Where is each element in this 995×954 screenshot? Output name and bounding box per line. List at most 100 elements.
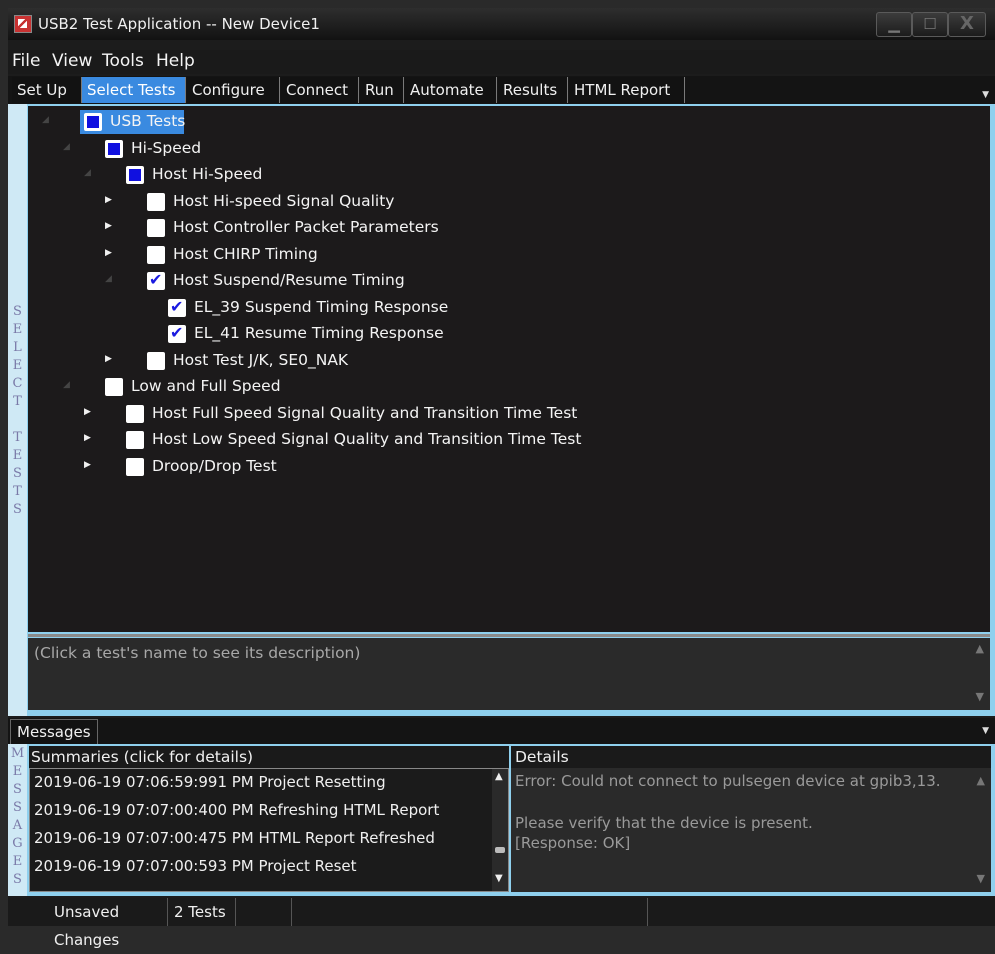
tree-row[interactable]: ◢ Hi-Speed (28, 137, 990, 161)
tabs-dropdown-icon[interactable]: ▼ (982, 90, 989, 100)
menu-bar: File View Tools Help (8, 50, 995, 74)
maximize-button[interactable]: ☐ (912, 12, 948, 37)
tree-item-label[interactable]: Host CHIRP Timing (173, 245, 318, 263)
test-checkbox[interactable] (147, 245, 165, 264)
status-empty-2 (292, 898, 648, 926)
app-logo-icon (14, 15, 32, 33)
close-button[interactable]: X (948, 12, 986, 37)
tree-row[interactable]: ▶ Host CHIRP Timing (28, 243, 990, 267)
tab-messages[interactable]: Messages (10, 719, 98, 744)
tree-row[interactable]: ◢ Host Hi-Speed (28, 163, 990, 187)
messages-side-tab[interactable]: MESSAGES (8, 744, 27, 896)
tab-select-tests[interactable]: Select Tests (82, 77, 186, 103)
summary-row[interactable]: 2019-06-19 07:07:00:593 PM Project Reset (34, 857, 357, 875)
tree-item-label[interactable]: Low and Full Speed (131, 377, 281, 395)
scroll-down-icon[interactable]: ▼ (977, 872, 985, 885)
expand-arrow-icon[interactable]: ▶ (105, 354, 112, 364)
test-checkbox[interactable] (126, 457, 144, 476)
test-checkbox[interactable] (105, 378, 123, 396)
tree-row[interactable]: ◢ USB Tests (28, 110, 990, 134)
menu-tools[interactable]: Tools (102, 51, 144, 71)
tree-item-label[interactable]: Host Suspend/Resume Timing (173, 271, 405, 289)
tree-item-label[interactable]: Droop/Drop Test (152, 457, 277, 475)
menu-help[interactable]: Help (156, 51, 195, 71)
collapse-arrow-icon[interactable]: ◢ (63, 380, 70, 390)
tree-row[interactable]: ◢ Low and Full Speed (28, 375, 990, 399)
side-tab-letter: E (12, 358, 23, 373)
scroll-up-icon[interactable]: ▲ (495, 771, 503, 782)
test-checkbox[interactable] (126, 404, 144, 423)
tree-row[interactable]: ▶ Host Test J/K, SE0_NAK (28, 349, 990, 373)
collapse-arrow-icon[interactable]: ◢ (42, 115, 49, 125)
messages-panel: MESSAGES Summaries (click for details) 2… (8, 744, 995, 896)
tree-row[interactable]: ▶ Droop/Drop Test (28, 455, 990, 479)
test-checkbox[interactable] (84, 113, 102, 131)
tree-row[interactable]: ◢ Host Suspend/Resume Timing (28, 269, 990, 293)
test-checkbox[interactable] (126, 166, 144, 184)
tree-item-label[interactable]: Host Test J/K, SE0_NAK (173, 351, 348, 369)
tree-item-label[interactable]: Host Low Speed Signal Quality and Transi… (152, 430, 581, 448)
tree-item-label[interactable]: Host Hi-Speed (152, 165, 262, 183)
tab-set-up[interactable]: Set Up (12, 77, 82, 103)
scroll-down-icon[interactable]: ▼ (976, 690, 984, 703)
title-bar: USB2 Test Application -- New Device1 ▁ ☐… (8, 8, 995, 40)
test-checkbox[interactable] (168, 323, 186, 343)
select-tests-side-tab[interactable]: SELECTTESTS (8, 104, 27, 716)
tab-connect[interactable]: Connect (281, 77, 359, 103)
scroll-up-icon[interactable]: ▲ (977, 774, 985, 787)
menu-view[interactable]: View (52, 51, 92, 71)
tab-configure[interactable]: Configure (187, 77, 280, 103)
test-checkbox[interactable] (147, 192, 165, 211)
scroll-up-icon[interactable]: ▲ (976, 642, 984, 655)
tree-row[interactable]: ▶ Host Controller Packet Parameters (28, 216, 990, 240)
tree-row[interactable]: EL_39 Suspend Timing Response (28, 296, 990, 320)
expand-arrow-icon[interactable]: ▶ (84, 460, 91, 470)
side-tab-letter: S (13, 872, 22, 887)
collapse-arrow-icon[interactable]: ◢ (63, 142, 70, 152)
tree-item-label[interactable]: Hi-Speed (131, 139, 201, 157)
tab-results[interactable]: Results (498, 77, 568, 103)
tree-row[interactable]: ▶ Host Low Speed Signal Quality and Trans… (28, 428, 990, 452)
collapse-arrow-icon[interactable]: ◢ (105, 274, 112, 284)
splitter[interactable] (28, 634, 990, 637)
tree-item-label[interactable]: EL_39 Suspend Timing Response (194, 298, 448, 316)
test-checkbox[interactable] (126, 431, 144, 449)
side-tab-letter: S (13, 466, 22, 481)
scroll-thumb[interactable] (495, 847, 505, 853)
status-tests: 2 Tests (168, 898, 236, 926)
expand-arrow-icon[interactable]: ▶ (84, 433, 91, 443)
details-line: [Response: OK] (515, 834, 631, 852)
minimize-button[interactable]: ▁ (876, 12, 912, 37)
test-checkbox[interactable] (147, 270, 165, 290)
tree-item-label[interactable]: Host Hi-speed Signal Quality (173, 192, 394, 210)
summary-row[interactable]: 2019-06-19 07:07:00:475 PM HTML Report R… (34, 829, 435, 847)
messages-dropdown-icon[interactable]: ▼ (982, 726, 989, 736)
test-checkbox[interactable] (105, 139, 123, 158)
tree-row[interactable]: ▶ Host Hi-speed Signal Quality (28, 190, 990, 214)
tree-row[interactable]: ▶ Host Full Speed Signal Quality and Tran… (28, 402, 990, 426)
tab-html-report[interactable]: HTML Report (569, 77, 685, 103)
tree-item-label[interactable]: EL_41 Resume Timing Response (194, 324, 444, 342)
menu-file[interactable]: File (12, 51, 40, 71)
tree-item-label[interactable]: Host Controller Packet Parameters (173, 218, 439, 236)
tree-item-label[interactable]: Host Full Speed Signal Quality and Trans… (152, 404, 577, 422)
expand-arrow-icon[interactable]: ▶ (105, 221, 112, 231)
side-tab-letter: S (13, 800, 22, 815)
tree-item-label[interactable]: USB Tests (110, 112, 185, 130)
collapse-arrow-icon[interactable]: ◢ (84, 168, 91, 178)
tab-run[interactable]: Run (360, 77, 404, 103)
summaries-scrollbar[interactable]: ▲ ▼ (492, 769, 508, 891)
test-tree: ◢ USB Tests ◢ Hi-Speed ◢ Host Hi-Speed ▶ Host H… (28, 106, 990, 632)
summary-row[interactable]: 2019-06-19 07:06:59:991 PM Project Reset… (34, 773, 386, 791)
side-tab-letter: G (12, 836, 23, 851)
expand-arrow-icon[interactable]: ▶ (84, 407, 91, 417)
tab-automate[interactable]: Automate (405, 77, 497, 103)
scroll-down-icon[interactable]: ▼ (495, 873, 503, 884)
test-checkbox[interactable] (147, 351, 165, 370)
summary-row[interactable]: 2019-06-19 07:07:00:400 PM Refreshing HT… (34, 801, 439, 819)
tree-row[interactable]: EL_41 Resume Timing Response (28, 322, 990, 346)
test-checkbox[interactable] (147, 219, 165, 237)
expand-arrow-icon[interactable]: ▶ (105, 195, 112, 205)
expand-arrow-icon[interactable]: ▶ (105, 248, 112, 258)
test-checkbox[interactable] (168, 297, 186, 317)
